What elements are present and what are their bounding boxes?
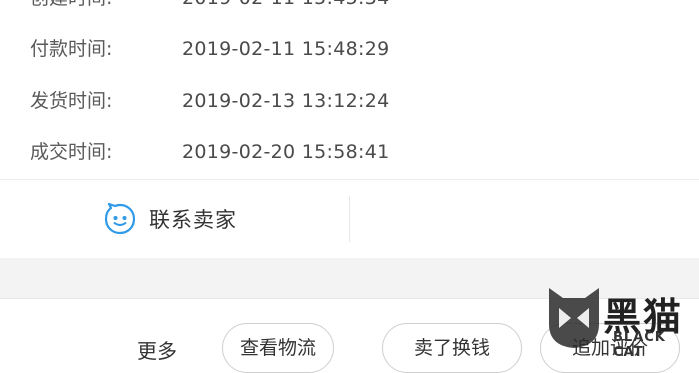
- shipped-time-label: 发货时间:: [30, 90, 113, 112]
- created-time-row: 创建时间: 2019-02-11 15:45:34: [0, 0, 699, 18]
- shipped-time-row: 发货时间: 2019-02-13 13:12:24: [0, 81, 699, 121]
- paid-time-row: 付款时间: 2019-02-11 15:48:29: [0, 29, 699, 69]
- contact-bar: 联系卖家: [0, 180, 699, 256]
- view-logistics-button[interactable]: 查看物流: [222, 323, 334, 373]
- chat-bubble-icon: [103, 202, 137, 236]
- shipped-time-value: 2019-02-13 13:12:24: [182, 90, 390, 112]
- created-time-value: 2019-02-11 15:45:34: [182, 0, 390, 18]
- contact-seller-button[interactable]: 联系卖家: [103, 202, 237, 236]
- resell-button[interactable]: 卖了换钱: [382, 323, 522, 373]
- paid-time-value: 2019-02-11 15:48:29: [182, 38, 390, 60]
- contact-bar-separator: [349, 196, 350, 242]
- deal-time-value: 2019-02-20 15:58:41: [182, 141, 390, 163]
- deal-time-row: 成交时间: 2019-02-20 15:58:41: [0, 132, 699, 172]
- watermark-subtitle: BLACK CAT: [613, 330, 666, 360]
- deal-time-label: 成交时间:: [30, 141, 113, 163]
- cat-logo-icon: [545, 284, 603, 350]
- paid-time-label: 付款时间:: [30, 38, 113, 60]
- created-time-label: 创建时间:: [30, 0, 112, 18]
- black-cat-watermark: 黑猫 BLACK CAT: [543, 284, 699, 360]
- contact-seller-label: 联系卖家: [149, 208, 237, 232]
